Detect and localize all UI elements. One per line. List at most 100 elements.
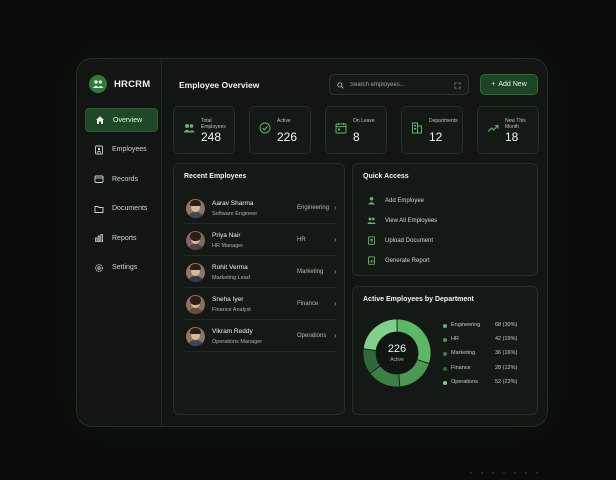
sidebar-item-reports[interactable]: Reports: [85, 226, 158, 250]
recent-employees-panel: Recent Employees Aarav Sharma Software E…: [173, 163, 345, 415]
employee-name: Rohit Verma: [212, 264, 248, 271]
employee-role: Software Engineer: [212, 211, 258, 217]
search-input[interactable]: [350, 81, 448, 88]
page-title: Employee Overview: [179, 80, 260, 90]
stat-value: 12: [429, 130, 443, 144]
sidebar-item-label: Employees: [112, 146, 147, 153]
quick-access-panel: Quick Access Add Employee View All Emplo…: [352, 163, 538, 276]
sidebar-item-settings[interactable]: Settings: [85, 256, 158, 280]
brand-name: HRCRM: [114, 78, 151, 90]
quick-generate-report[interactable]: Generate Report: [367, 256, 430, 265]
decorative-dots: [470, 472, 538, 474]
chevron-right-icon[interactable]: ›: [334, 267, 337, 276]
legend-name: Operations: [451, 378, 478, 385]
stat-active[interactable]: Active 226: [249, 106, 311, 154]
folder-icon: [93, 203, 104, 214]
add-new-button[interactable]: + Add New: [480, 74, 538, 95]
stat-label: Active: [277, 118, 291, 124]
legend-name: HR: [451, 336, 459, 343]
chevron-right-icon[interactable]: ›: [334, 331, 337, 340]
legend-value: 36 (16%): [495, 350, 518, 357]
gear-icon: [93, 262, 104, 273]
employee-role: Finance Analyst: [212, 307, 251, 313]
table-row[interactable]: Aarav Sharma Software Engineer Engineeri…: [184, 192, 337, 224]
legend-value: 52 (23%): [495, 378, 518, 385]
employee-role: Marketing Lead: [212, 275, 250, 281]
chevron-right-icon[interactable]: ›: [334, 235, 337, 244]
employee-name: Priya Nair: [212, 232, 241, 239]
employee-role: HR Manager: [212, 243, 244, 249]
home-icon: [94, 115, 105, 126]
avatar: [186, 231, 205, 250]
sidebar-item-records[interactable]: Records: [85, 167, 158, 191]
legend-dot: [443, 380, 447, 385]
stat-value: 226: [277, 130, 298, 144]
sidebar-item-label: Records: [112, 175, 139, 183]
legend-item: Marketing 36 (16%): [443, 350, 533, 364]
table-row[interactable]: Priya Nair HR Manager HR ›: [184, 224, 337, 256]
donut-center-label: Active: [390, 357, 404, 363]
legend-dot: [443, 324, 447, 328]
brand-logo-icon: [89, 75, 107, 93]
stat-value: 8: [353, 130, 360, 144]
quick-add-employee[interactable]: Add Employee: [367, 196, 424, 205]
expand-icon[interactable]: [454, 76, 461, 94]
search-icon: [337, 76, 344, 94]
panel-title: Recent Employees: [184, 173, 247, 180]
avatar: [186, 263, 205, 282]
sidebar-item-employees[interactable]: Employees: [85, 138, 158, 162]
add-new-label: Add New: [498, 81, 527, 88]
employee-role: Operations Manager: [212, 339, 263, 345]
search-box[interactable]: [329, 74, 469, 95]
donut-legend: Engineering 68 (30%) HR 42 (19%) Marketi…: [443, 322, 533, 393]
stat-label: Total Employees: [201, 118, 226, 130]
quick-item-label: View All Employees: [385, 217, 438, 224]
stat-value: 18: [505, 130, 519, 144]
sidebar-item-overview[interactable]: Overview: [85, 108, 158, 132]
quick-item-label: Upload Document: [385, 237, 434, 244]
brand[interactable]: HRCRM: [89, 75, 150, 93]
table-row[interactable]: Rohit Verma Marketing Lead Marketing ›: [184, 256, 337, 288]
avatar: [186, 295, 205, 314]
employee-dept: Operations: [297, 333, 327, 339]
check-circle-icon: [259, 121, 271, 134]
legend-item: Engineering 68 (30%): [443, 322, 533, 336]
panel-title: Active Employees by Department: [363, 296, 474, 303]
employee-name: Vikram Reddy: [212, 328, 253, 335]
legend-name: Finance: [451, 364, 471, 371]
plus-icon: +: [491, 81, 496, 88]
chevron-right-icon[interactable]: ›: [334, 203, 337, 212]
legend-name: Marketing: [451, 350, 476, 357]
sidebar-item-label: Documents: [112, 205, 148, 212]
stat-total-employees[interactable]: Total Employees 248: [173, 106, 235, 154]
employee-name: Sneha Iyer: [212, 296, 244, 303]
users-icon: [367, 216, 376, 225]
quick-item-label: Generate Report: [385, 257, 430, 264]
stat-departments[interactable]: Departments 12: [401, 106, 463, 154]
reports-icon: [93, 233, 104, 244]
sidebar-nav: Overview Employees Records Documents Rep…: [85, 108, 158, 285]
stat-on-leave[interactable]: On Leave 8: [325, 106, 387, 154]
trend-up-icon: [487, 121, 499, 133]
quick-view-all-employees[interactable]: View All Employees: [367, 216, 437, 225]
chevron-right-icon[interactable]: ›: [334, 299, 337, 308]
employee-name: Aarav Sharma: [212, 200, 254, 207]
table-row[interactable]: Vikram Reddy Operations Manager Operatio…: [184, 320, 337, 352]
user-add-icon: [367, 196, 376, 205]
sidebar-item-label: Overview: [113, 116, 143, 124]
donut-center-value: 226: [387, 343, 407, 355]
sidebar-item-documents[interactable]: Documents: [85, 197, 158, 221]
employee-dept: HR: [297, 237, 306, 243]
sidebar-item-label: Settings: [112, 264, 138, 271]
quick-upload-document[interactable]: Upload Document: [367, 236, 433, 245]
legend-value: 42 (19%): [495, 336, 518, 343]
legend-value: 28 (12%): [495, 364, 518, 371]
app-window: HRCRM Overview Employees Records Documen…: [76, 58, 548, 427]
legend-value: 68 (30%): [495, 322, 518, 328]
panel-title: Quick Access: [363, 173, 409, 180]
legend-item: Finance 28 (12%): [443, 365, 533, 379]
table-row[interactable]: Sneha Iyer Finance Analyst Finance ›: [184, 288, 337, 320]
stat-new-this-month[interactable]: New This Month 18: [477, 106, 539, 154]
stat-label: Departments: [429, 118, 458, 124]
legend-name: Engineering: [451, 322, 481, 328]
